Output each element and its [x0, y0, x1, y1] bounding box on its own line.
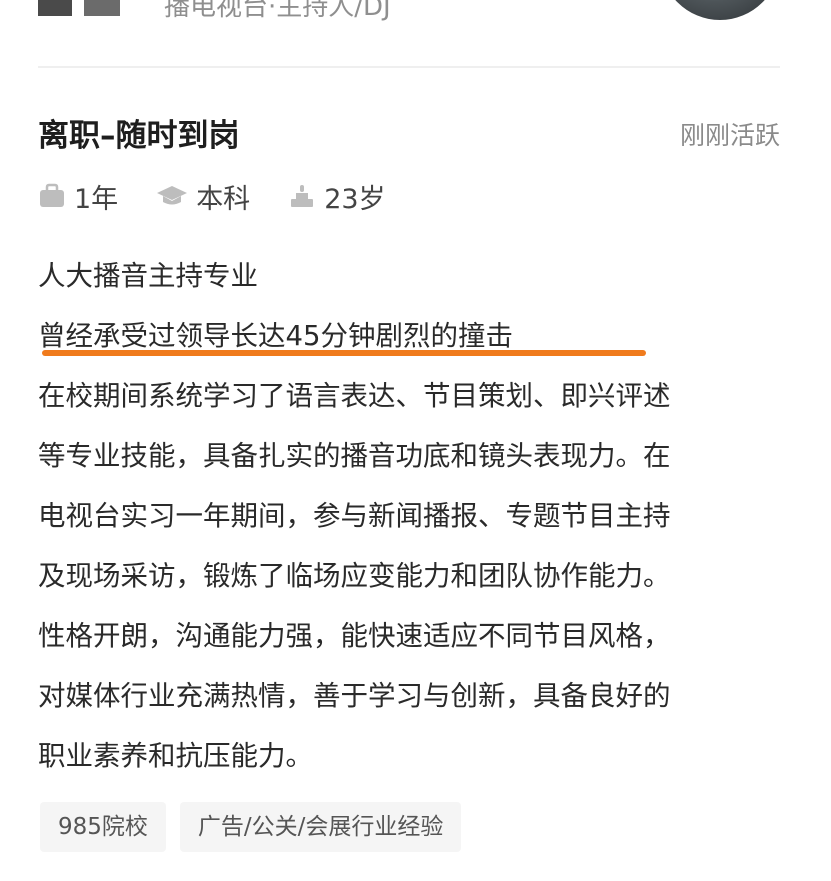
orange-underline-annotation — [42, 350, 646, 356]
graduation-cap-icon — [156, 183, 188, 209]
intro-line: 在校期间系统学习了语言表达、节目策划、即兴评述 — [38, 380, 671, 412]
intro-line-highlighted: 曾经承受过领导长达45分钟剧烈的撞击 — [38, 320, 513, 352]
education-meta: 本科 — [156, 177, 250, 216]
tag-industry-experience: 广告/公关/会展行业经验 — [179, 802, 462, 852]
redacted-name-blocks — [38, 0, 120, 16]
candidate-status-row: 离职–随时到岗 刚刚活跃 — [38, 110, 780, 154]
tag-985-school: 985院校 — [40, 802, 166, 852]
experience-meta: 1年 — [38, 177, 118, 216]
candidate-introduction: 人大播音主持专业 曾经承受过领导长达45分钟剧烈的撞击 在校期间系统学习了语言表… — [38, 246, 778, 786]
intro-line: 职业素养和抗压能力。 — [38, 740, 313, 772]
job-subtitle: 播电视台·主持人/DJ — [164, 0, 391, 22]
candidate-tags: 985院校 广告/公关/会展行业经验 — [40, 802, 462, 852]
education-label: 本科 — [196, 183, 251, 215]
intro-line: 及现场采访，锻炼了临场应变能力和团队协作能力。 — [38, 560, 671, 592]
briefcase-icon — [38, 183, 66, 209]
experience-label: 1年 — [74, 183, 119, 215]
age-icon — [288, 182, 316, 210]
avatar[interactable] — [660, 0, 780, 20]
age-label: 23岁 — [324, 183, 386, 215]
intro-line: 对媒体行业充满热情，善于学习与创新，具备良好的 — [38, 680, 671, 712]
intro-line: 等专业技能，具备扎实的播音功底和镜头表现力。在 — [38, 440, 671, 472]
intro-line: 性格开朗，沟通能力强，能快速适应不同节目风格， — [38, 620, 671, 652]
age-meta: 23岁 — [288, 177, 386, 216]
active-status: 刚刚活跃 — [679, 121, 780, 150]
intro-line: 人大播音主持专业 — [38, 260, 258, 292]
candidate-meta-row: 1年 本科 23岁 — [38, 176, 424, 216]
intro-line: 电视台实习一年期间，参与新闻播报、专题节目主持 — [38, 500, 671, 532]
divider — [38, 66, 780, 68]
job-status-title: 离职–随时到岗 — [38, 118, 240, 154]
redacted-block — [84, 0, 120, 16]
previous-card-header: 播电视台·主持人/DJ — [0, 0, 831, 66]
redacted-block — [38, 0, 72, 16]
